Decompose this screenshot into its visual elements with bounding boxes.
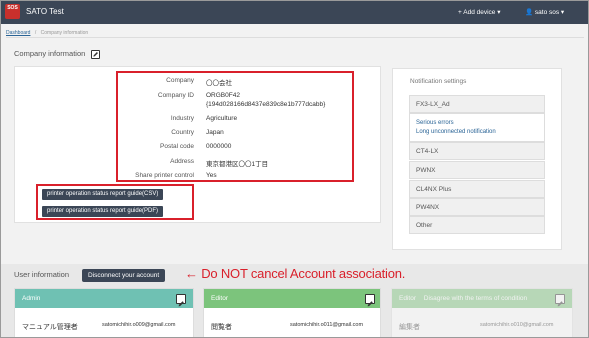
company-label: Company	[166, 77, 194, 84]
user-card-editor-disagree: Editor Disagree with the terms of condit…	[391, 288, 573, 337]
breadcrumb: Dashboard / Company information	[6, 30, 88, 36]
app-title[interactable]: SATO Test	[26, 7, 64, 16]
company-title-text: Company information	[14, 49, 86, 58]
report-guide-highlight: printer operation status report guide(CS…	[36, 184, 194, 220]
terms-disagree-note: Disagree with the terms of condition	[423, 295, 528, 302]
user-name: マニュアル管理者	[22, 324, 78, 331]
user-name: 編集者	[399, 324, 420, 331]
breadcrumb-current: Company information	[40, 30, 89, 36]
company-value: 〇〇会社	[206, 80, 232, 87]
user-role: Admin	[22, 295, 41, 302]
breadcrumb-home-link[interactable]: Dashboard	[6, 30, 30, 36]
user-section-title: User information	[14, 270, 70, 279]
country-label: Country	[171, 129, 194, 136]
share-control-label: Share printer control	[135, 172, 194, 179]
notif-expanded-panel: Serious errors Long unconnected notifica…	[409, 113, 545, 142]
company-id-value: ORGB0F42	[206, 92, 240, 99]
postal-code-value: 0000000	[206, 143, 232, 150]
notif-item-cl4nx[interactable]: CL4NX Plus	[409, 180, 545, 198]
pdf-guide-button[interactable]: printer operation status report guide(PD…	[42, 206, 164, 217]
company-details-highlight: Company 〇〇会社 Company ID ORGB0F42 {194d02…	[116, 71, 354, 182]
warning-annotation: ← Do NOT cancel Account association.	[185, 266, 406, 281]
top-navbar: SOS SATO Test + Add device ▾ 👤 sato sos …	[1, 1, 588, 24]
user-name: 閲覧者	[211, 324, 232, 331]
edit-user-icon[interactable]	[365, 294, 375, 307]
user-email: satomichihir.o011@gmail.com	[290, 322, 364, 328]
company-id-label: Company ID	[157, 92, 194, 99]
edit-user-icon[interactable]	[176, 294, 186, 307]
notif-item-pwnx[interactable]: PWNX	[409, 161, 545, 179]
notif-item-ct4[interactable]: CT4-LX	[409, 142, 545, 160]
notif-item-pw4nx[interactable]: PW4NX	[409, 198, 545, 216]
user-card-header: Editor	[204, 289, 380, 308]
disconnect-account-button[interactable]: Disconnect your account	[82, 269, 166, 282]
notif-item-fx3[interactable]: FX3-LX_Ad	[409, 95, 545, 113]
app-window: SOS SATO Test + Add device ▾ 👤 sato sos …	[0, 0, 589, 338]
address-value: 東京都港区〇〇1丁目	[206, 161, 269, 168]
user-role: Editor	[399, 295, 416, 302]
notif-item-other[interactable]: Other	[409, 216, 545, 234]
postal-code-label: Postal code	[160, 143, 194, 150]
add-device-menu[interactable]: + Add device ▾	[458, 8, 500, 16]
industry-label: Industry	[170, 115, 194, 122]
company-uuid-value: {194d028166d8437e839c8e1b777dcabb}	[206, 101, 326, 108]
user-email: satomichihir.o010@gmail.com	[480, 322, 554, 328]
address-label: Address	[170, 158, 194, 165]
breadcrumb-separator: /	[34, 30, 37, 36]
user-email: satomichihir.o009@gmail.com	[102, 322, 176, 328]
logo-text: SOS	[7, 5, 18, 11]
divider	[6, 37, 584, 38]
company-section-title: Company information	[14, 49, 101, 59]
country-value: Japan	[206, 129, 224, 136]
user-role: Editor	[211, 295, 228, 302]
share-control-value: Yes	[206, 172, 217, 179]
notification-title: Notification settings	[410, 78, 467, 85]
user-card-header: Admin	[15, 289, 193, 308]
serious-errors-link[interactable]: Serious errors	[416, 120, 454, 126]
edit-user-icon[interactable]	[555, 294, 565, 307]
user-menu[interactable]: 👤 sato sos ▾	[525, 8, 564, 16]
app-logo[interactable]: SOS	[5, 4, 20, 19]
user-card-admin: Admin マニュアル管理者 satomichihir.o009@gmail.c…	[14, 288, 194, 337]
user-card-header: Editor Disagree with the terms of condit…	[392, 289, 572, 308]
user-card-editor: Editor 閲覧者 satomichihir.o011@gmail.com	[203, 288, 381, 337]
long-unconnected-link[interactable]: Long unconnected notification	[416, 129, 496, 135]
edit-company-icon[interactable]	[91, 49, 101, 59]
industry-value: Agriculture	[206, 115, 238, 122]
csv-guide-button[interactable]: printer operation status report guide(CS…	[42, 189, 164, 200]
